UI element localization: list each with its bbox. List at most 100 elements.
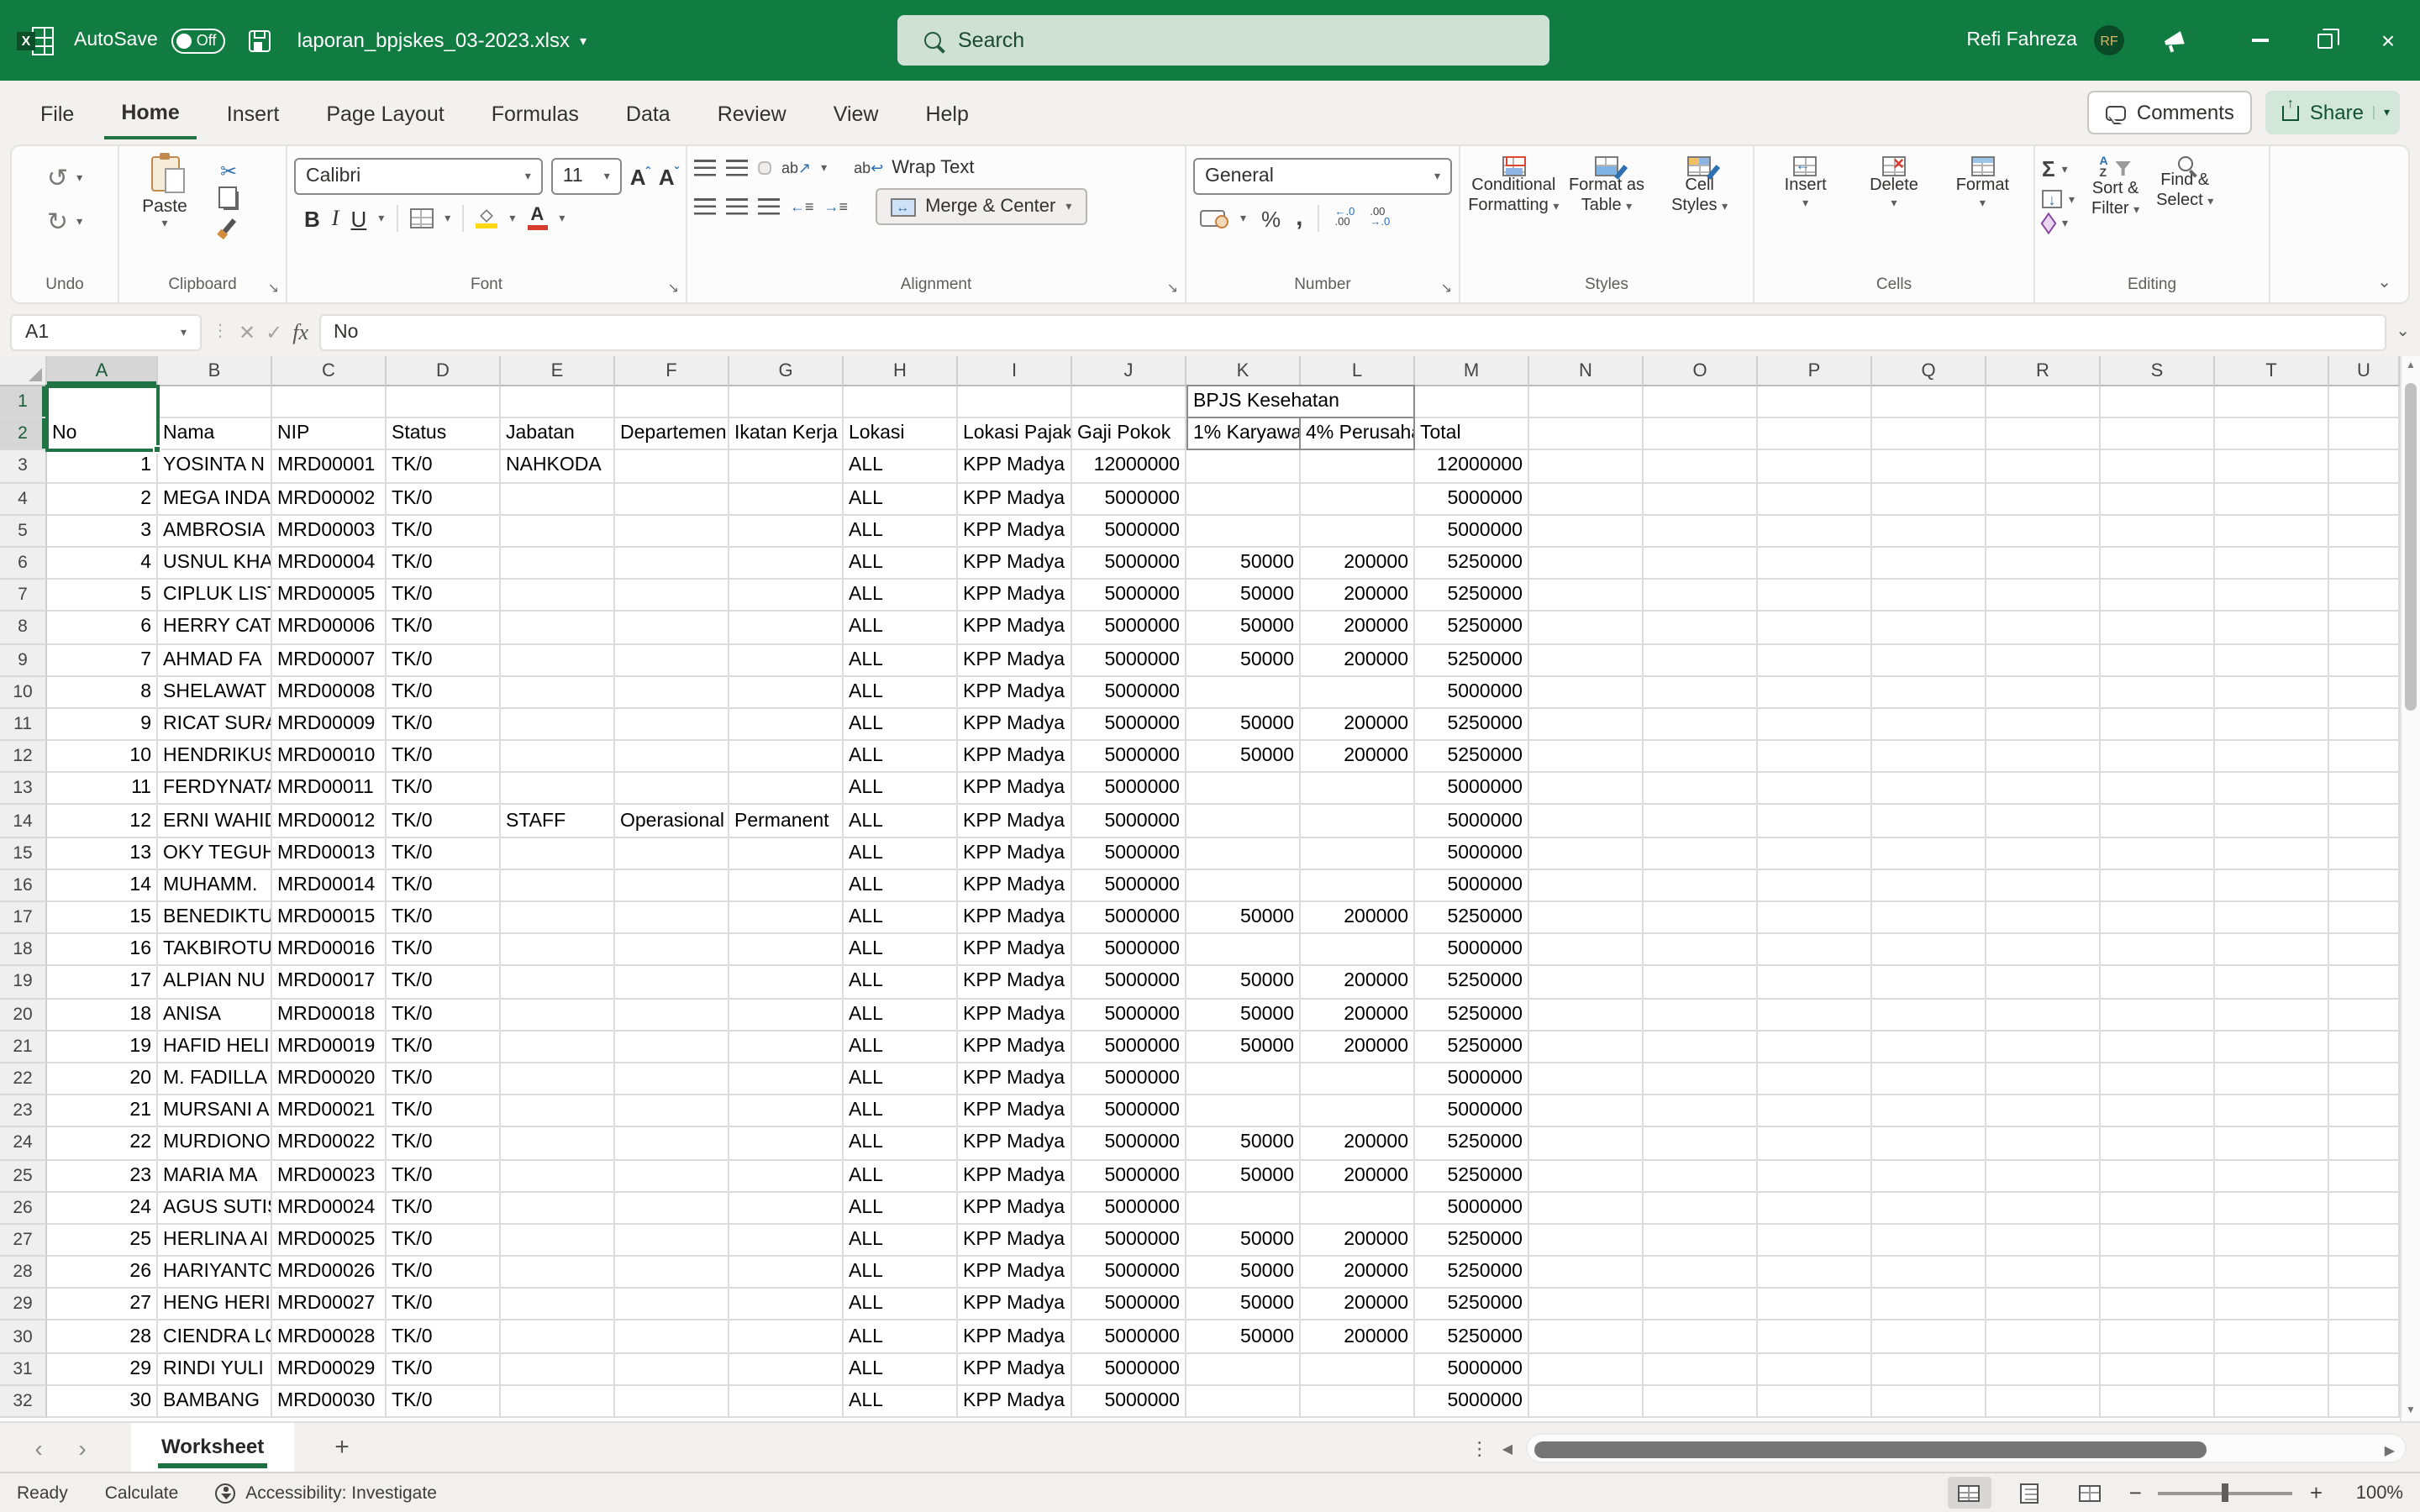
restore-button[interactable] [2292,0,2356,81]
grid-cell-J30[interactable]: 5000000 [1072,1321,1186,1353]
grid-cell-S30[interactable] [2101,1321,2215,1353]
grid-cell-E2[interactable]: Jabatan [501,418,615,450]
grid-cell-Q7[interactable] [1872,580,1986,612]
grid-cell-H12[interactable]: ALL [844,741,958,773]
grid-cell-O13[interactable] [1644,774,1758,806]
grid-cell-C28[interactable]: MRD00026 [272,1257,387,1289]
grid-cell-Q26[interactable] [1872,1192,1986,1224]
grid-cell-K14[interactable] [1186,806,1301,837]
grid-cell-S28[interactable] [2101,1257,2215,1289]
row-header-11[interactable]: 11 [0,709,47,741]
row-header-2[interactable]: 2 [0,418,47,450]
grid-cell-K26[interactable] [1186,1192,1301,1224]
grid-cell-D16[interactable]: TK/0 [387,870,501,902]
grid-cell-G24[interactable] [729,1128,844,1160]
grid-cell-E26[interactable] [501,1192,615,1224]
cancel-icon[interactable]: ✕ [239,320,255,344]
grid-cell-N10[interactable] [1529,676,1644,708]
grid-cell-S15[interactable] [2101,837,2215,869]
grid-cell-S24[interactable] [2101,1128,2215,1160]
grid-cell-S9[interactable] [2101,644,2215,676]
autosum-button[interactable]: Σ▾ [2042,156,2075,181]
grid-cell-G28[interactable] [729,1257,844,1289]
grid-cell-D10[interactable]: TK/0 [387,676,501,708]
grid-cell-L29[interactable]: 200000 [1301,1289,1415,1321]
grid-cell-F8[interactable] [615,612,729,644]
grid-cell-N14[interactable] [1529,806,1644,837]
grid-cell-I32[interactable]: KPP Madya [958,1386,1072,1418]
grid-cell-P15[interactable] [1758,837,1872,869]
grid-cell-N4[interactable] [1529,483,1644,515]
row-header-19[interactable]: 19 [0,967,47,999]
row-header-8[interactable]: 8 [0,612,47,644]
grid-cell-P2[interactable] [1758,418,1872,450]
column-header-A[interactable]: A [47,356,158,386]
column-header-I[interactable]: I [958,356,1072,386]
grid-cell-Q25[interactable] [1872,1160,1986,1192]
grid-cell-E31[interactable] [501,1353,615,1385]
grid-cell-N8[interactable] [1529,612,1644,644]
grid-cell-T20[interactable] [2215,999,2329,1031]
grid-cell-G21[interactable] [729,1032,844,1063]
cell-styles-button[interactable]: Cell Styles ▾ [1653,153,1746,218]
grid-cell-D2[interactable]: Status [387,418,501,450]
grid-cell-M17[interactable]: 5250000 [1415,902,1529,934]
whats-new-megaphone-icon[interactable] [2161,29,2188,52]
grid-cell-D20[interactable]: TK/0 [387,999,501,1031]
grid-cell-T29[interactable] [2215,1289,2329,1321]
grid-cell-T23[interactable] [2215,1095,2329,1127]
grid-cell-D5[interactable]: TK/0 [387,516,501,548]
grid-cell-I9[interactable]: KPP Madya [958,644,1072,676]
grid-cell-M26[interactable]: 5000000 [1415,1192,1529,1224]
column-header-B[interactable]: B [158,356,272,386]
grid-cell-D1[interactable] [387,386,501,418]
grid-cell-O31[interactable] [1644,1353,1758,1385]
grid-cell-N9[interactable] [1529,644,1644,676]
grid-cell-H7[interactable]: ALL [844,580,958,612]
grid-cell-I30[interactable]: KPP Madya [958,1321,1072,1353]
grid-cell-U3[interactable] [2329,451,2400,483]
vertical-scroll-thumb[interactable] [2404,383,2416,711]
grid-cell-P32[interactable] [1758,1386,1872,1418]
grid-cell-I6[interactable]: KPP Madya [958,548,1072,580]
grid-cell-T25[interactable] [2215,1160,2329,1192]
format-painter-icon[interactable] [223,218,236,234]
grid-cell-T21[interactable] [2215,1032,2329,1063]
accounting-chevron-icon[interactable]: ▾ [1240,212,1246,225]
grid-cell-L20[interactable]: 200000 [1301,999,1415,1031]
grid-cell-Q20[interactable] [1872,999,1986,1031]
find-select-button[interactable]: Find & Select ▾ [2156,153,2213,213]
grid-cell-D22[interactable]: TK/0 [387,1063,501,1095]
grid-cell-S19[interactable] [2101,967,2215,999]
grid-cell-U25[interactable] [2329,1160,2400,1192]
grid-cell-J15[interactable]: 5000000 [1072,837,1186,869]
underline-chevron-icon[interactable]: ▾ [378,212,384,225]
grid-cell-C12[interactable]: MRD00010 [272,741,387,773]
grid-cell-T12[interactable] [2215,741,2329,773]
grid-cell-J18[interactable]: 5000000 [1072,934,1186,966]
save-icon[interactable] [249,29,271,51]
horizontal-scrollbar[interactable]: ▶ [1526,1433,2407,1463]
grid-cell-K18[interactable] [1186,934,1301,966]
grid-cell-I4[interactable]: KPP Madya [958,483,1072,515]
grid-cell-H16[interactable]: ALL [844,870,958,902]
grid-cell-O3[interactable] [1644,451,1758,483]
grid-cell-O29[interactable] [1644,1289,1758,1321]
grid-cell-P3[interactable] [1758,451,1872,483]
grid-cell-N19[interactable] [1529,967,1644,999]
grid-cell-I18[interactable]: KPP Madya [958,934,1072,966]
grid-cell-T30[interactable] [2215,1321,2329,1353]
grid-cell-D23[interactable]: TK/0 [387,1095,501,1127]
grid-cell-U23[interactable] [2329,1095,2400,1127]
grid-cell-E14[interactable]: STAFF [501,806,615,837]
grid-cell-H6[interactable]: ALL [844,548,958,580]
grid-cell-U1[interactable] [2329,386,2400,418]
grid-cell-S20[interactable] [2101,999,2215,1031]
grid-cell-K5[interactable] [1186,516,1301,548]
grid-cell-B23[interactable]: MURSANI A [158,1095,272,1127]
grid-cell-E19[interactable] [501,967,615,999]
row-header-27[interactable]: 27 [0,1225,47,1257]
column-header-R[interactable]: R [1986,356,2101,386]
search-input[interactable]: Search [897,15,1549,66]
grid-cell-I16[interactable]: KPP Madya [958,870,1072,902]
